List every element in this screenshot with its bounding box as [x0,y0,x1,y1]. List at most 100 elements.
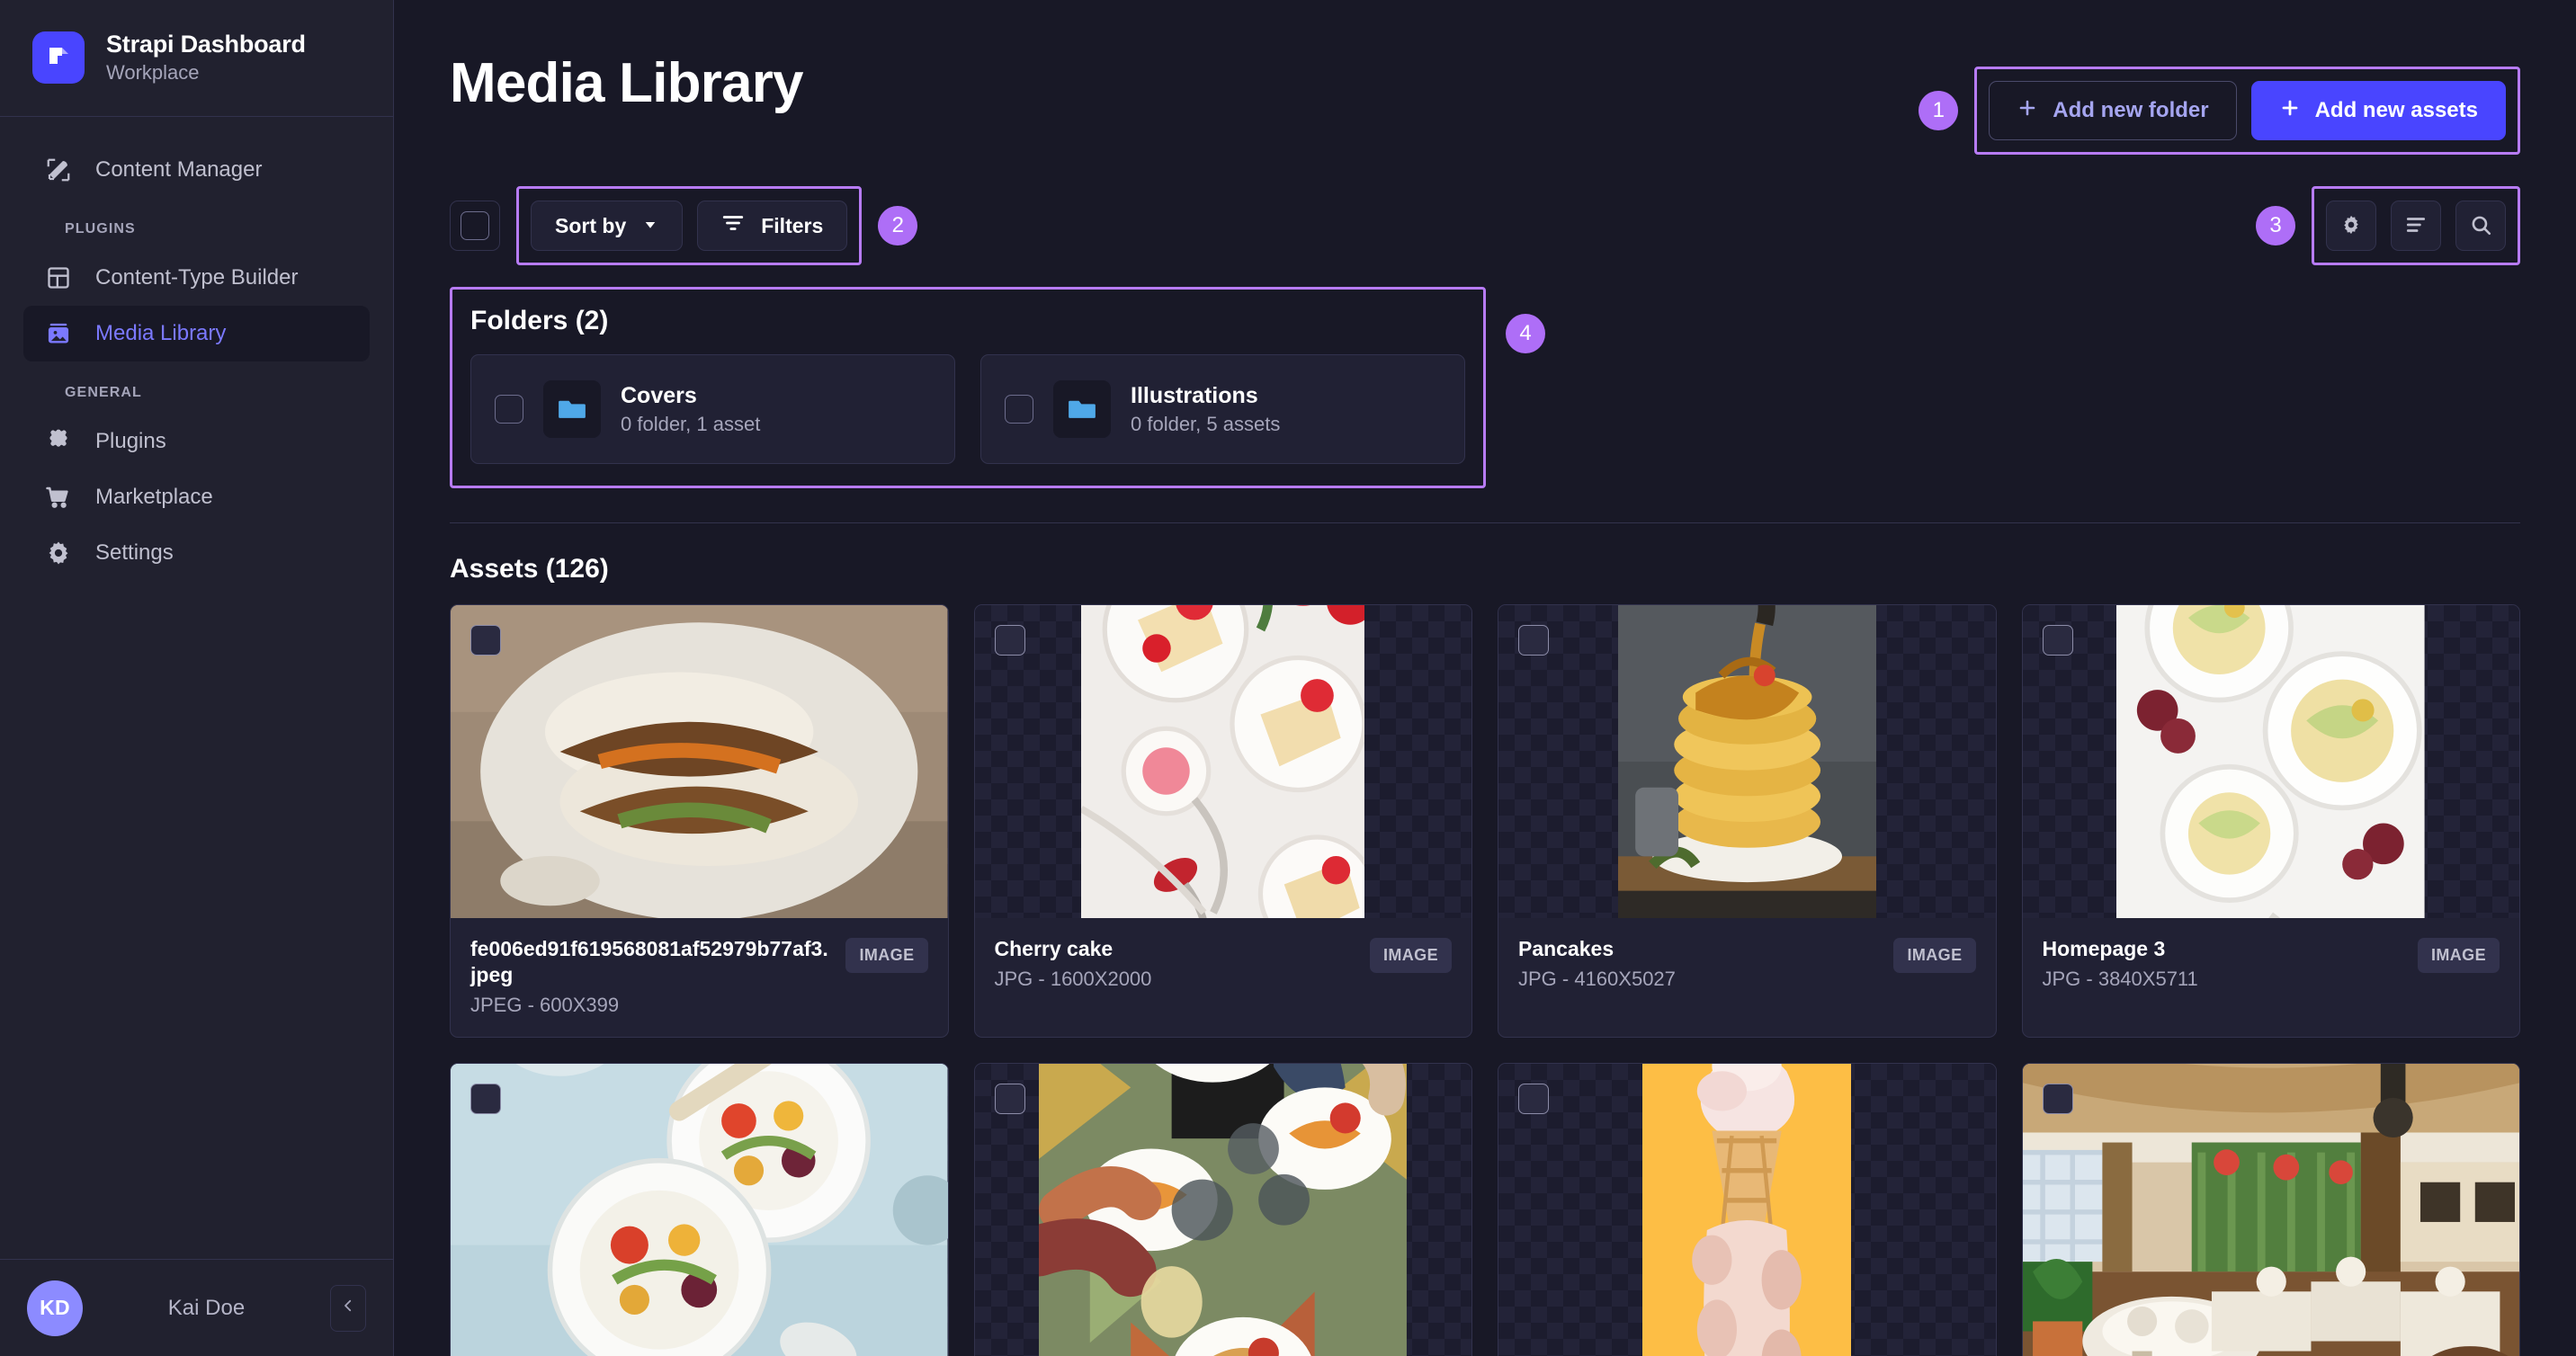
page-title: Media Library [450,52,804,114]
asset-checkbox[interactable] [470,625,501,656]
asset-thumbnail [974,605,1471,918]
asset-checkbox[interactable] [994,625,1025,656]
asset-name: fe006ed91f619568081af52979b77af3.jpeg [470,937,828,986]
sidebar-item-label: Media Library [95,321,227,345]
add-new-assets-button[interactable]: Add new assets [2250,81,2506,140]
collapse-sidebar-button[interactable] [330,1284,366,1332]
asset-checkbox[interactable] [994,1083,1025,1114]
sidebar-item-content-type-builder[interactable]: Content-Type Builder [23,250,370,306]
filter-icon [721,211,745,240]
sort-filters-highlight: Sort by Filters [516,186,863,265]
brand-title: Strapi Dashboard [106,30,306,58]
asset-card[interactable]: fe006ed91f619568081af52979b77af3.jpeg JP… [450,604,949,1038]
sidebar-item-plugins[interactable]: Plugins [23,414,370,469]
asset-thumbnail [2022,1063,2519,1356]
sidebar-item-media-library[interactable]: Media Library [23,306,370,361]
brand-subtitle: Workplace [106,60,200,84]
layout-grid-icon [43,263,74,293]
sort-by-button[interactable]: Sort by [531,201,684,251]
annotation-badge-1: 1 [1919,91,1959,130]
sidebar-item-label: Marketplace [95,485,213,509]
search-icon [2469,213,2492,239]
annotation-badge-2: 2 [878,206,918,245]
header-actions-highlight: Add new folder Add new assets [1974,67,2520,155]
sort-by-label: Sort by [555,213,627,237]
sidebar-item-label: Content-Type Builder [95,265,299,290]
asset-card[interactable]: Cherry cake JPG - 1600X2000 IMAGE [973,604,1472,1038]
avatar[interactable]: KD [27,1280,83,1336]
asset-checkbox[interactable] [1518,625,1549,656]
folder-card[interactable]: Illustrations 0 folder, 5 assets [980,354,1465,464]
asset-card[interactable] [1498,1062,1997,1356]
annotation-badge-4: 4 [1506,314,1545,353]
asset-thumbnail [2022,605,2519,918]
brand-header[interactable]: Strapi Dashboard Workplace [0,0,393,117]
asset-card[interactable] [2021,1062,2520,1356]
chevron-left-icon [340,1298,356,1318]
main-content: Media Library 1 Add new folder Add new a… [394,0,2576,1356]
view-controls-highlight [2312,186,2520,265]
folder-checkbox[interactable] [495,395,523,424]
sidebar-item-settings[interactable]: Settings [23,525,370,581]
toolbar-right: 3 [2256,186,2520,265]
header-actions: 1 Add new folder Add new assets [1919,67,2520,155]
asset-info: Cherry cake JPG - 1600X2000 IMAGE [975,918,1472,1022]
asset-checkbox[interactable] [470,1083,501,1114]
asset-type-badge: IMAGE [2417,938,2500,973]
filters-button[interactable]: Filters [697,201,848,251]
asset-type-badge: IMAGE [1369,938,1452,973]
asset-meta: JPG - 4160X5027 [1518,967,1676,990]
asset-name: Cherry cake [994,937,1114,960]
folder-checkbox[interactable] [1005,395,1033,424]
asset-card[interactable]: Homepage 3 JPG - 3840X5711 IMAGE [2021,604,2520,1038]
asset-thumbnail [974,1063,1471,1356]
asset-info: fe006ed91f619568081af52979b77af3.jpeg JP… [451,918,948,1037]
sidebar-section-plugins: PLUGINS [65,221,136,236]
search-button[interactable] [2455,201,2506,251]
strapi-logo-icon [32,31,85,84]
chevron-down-icon [642,214,658,238]
folder-subtitle: 0 folder, 5 assets [1131,412,1281,435]
sidebar: Strapi Dashboard Workplace Content Manag… [0,0,394,1356]
puzzle-piece-icon [43,426,74,457]
asset-thumbnail [451,1063,948,1356]
select-all-checkbox[interactable] [450,201,500,251]
asset-card[interactable] [450,1062,949,1356]
gear-icon [43,538,74,568]
folder-card[interactable]: Covers 0 folder, 1 asset [470,354,955,464]
asset-thumbnail [451,605,948,918]
filters-label: Filters [761,213,824,237]
toolbar: Sort by Filters 2 3 [394,155,2576,265]
folders-section: Folders (2) Covers 0 folder, 1 asset Ill… [394,265,2576,488]
asset-checkbox[interactable] [2042,1083,2073,1114]
asset-card[interactable]: Pancakes JPG - 4160X5027 IMAGE [1498,604,1997,1038]
folders-highlight: Folders (2) Covers 0 folder, 1 asset Ill… [450,287,1486,488]
asset-type-badge: IMAGE [845,938,928,973]
asset-name: Pancakes [1518,937,1614,960]
add-new-folder-button[interactable]: Add new folder [1989,81,2237,140]
settings-button[interactable] [2326,201,2376,251]
asset-thumbnail [1498,605,1996,918]
assets-section: Assets (126) fe006ed91f619568081af52979b… [394,523,2576,1356]
gear-icon [2339,213,2363,239]
folder-name: Covers [621,382,697,408]
sidebar-item-content-manager[interactable]: Content Manager [23,142,370,198]
asset-card[interactable] [973,1062,1472,1356]
asset-name: Homepage 3 [2042,937,2166,960]
plus-icon [2017,97,2038,125]
feather-pen-icon [43,155,74,185]
assets-grid: fe006ed91f619568081af52979b77af3.jpeg JP… [450,604,2520,1356]
asset-checkbox[interactable] [2042,625,2073,656]
asset-info: Pancakes JPG - 4160X5027 IMAGE [1498,918,1996,1022]
list-view-button[interactable] [2391,201,2441,251]
asset-meta: JPG - 3840X5711 [2042,967,2198,990]
asset-info: Homepage 3 JPG - 3840X5711 IMAGE [2023,918,2520,1022]
asset-checkbox[interactable] [1518,1083,1549,1114]
sidebar-item-marketplace[interactable]: Marketplace [23,469,370,525]
sidebar-item-label: Plugins [95,429,166,453]
asset-type-badge: IMAGE [1893,938,1976,973]
assets-title: Assets (126) [450,554,609,584]
user-name: Kai Doe [167,1295,246,1320]
app-root: Strapi Dashboard Workplace Content Manag… [0,0,2576,1356]
asset-thumbnail [1498,1063,1996,1356]
